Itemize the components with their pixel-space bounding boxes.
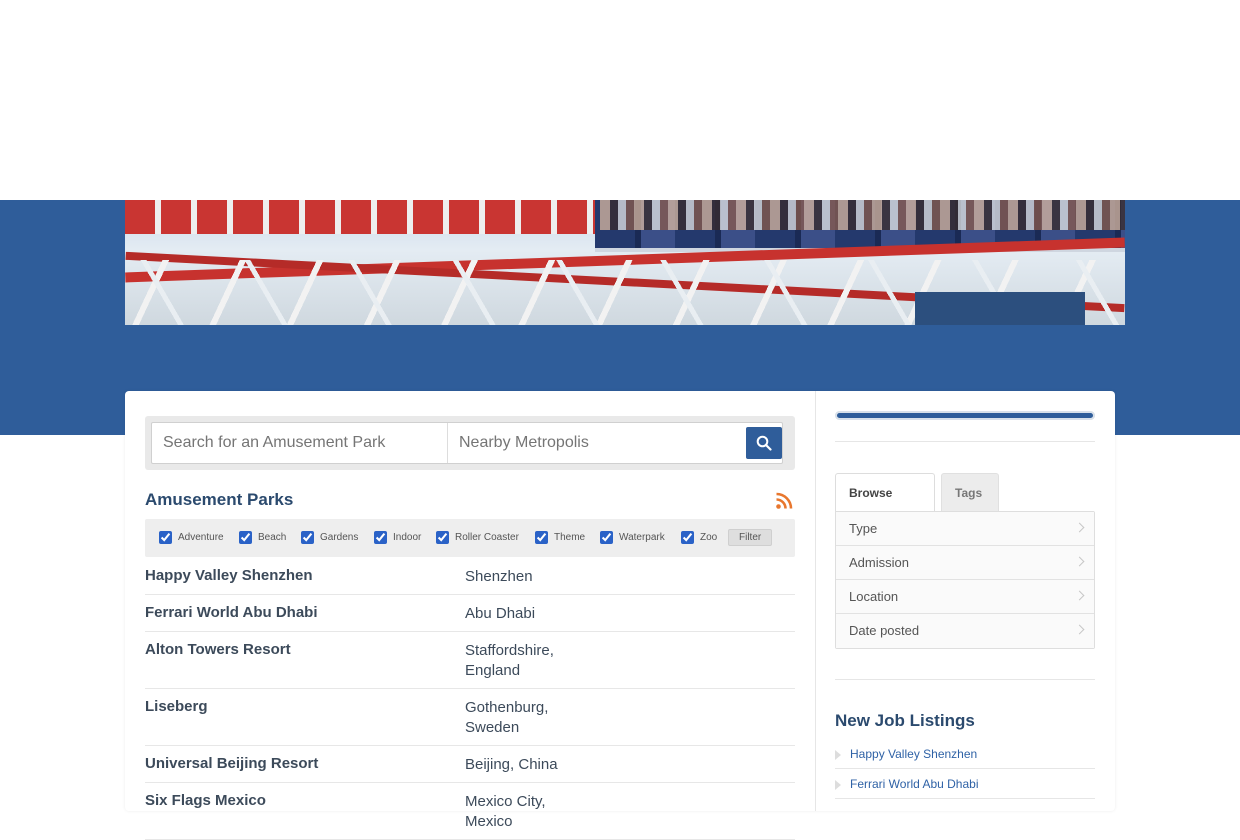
- section-title: Amusement Parks: [145, 490, 294, 509]
- park-location: Gothenburg, Sweden: [465, 699, 549, 736]
- job-link[interactable]: Happy Valley Shenzhen: [835, 739, 1095, 769]
- search-bar: [145, 416, 795, 470]
- filter-label: Beach: [258, 532, 287, 543]
- filter-gardens[interactable]: Gardens: [301, 531, 358, 544]
- chevron-right-icon: [1074, 624, 1085, 635]
- search-box: [151, 422, 783, 464]
- table-row[interactable]: Happy Valley Shenzhen Shenzhen: [145, 558, 795, 595]
- park-location: Staffordshire, England: [465, 642, 554, 679]
- hero-banner-image: [125, 200, 1125, 325]
- filter-waterpark[interactable]: Waterpark: [600, 531, 665, 544]
- filter-label: Zoo: [700, 532, 718, 543]
- filter-label: Gardens: [320, 532, 359, 543]
- filter-beach[interactable]: Beach: [239, 531, 286, 544]
- job-link[interactable]: Ferrari World Abu Dhabi: [835, 769, 1095, 799]
- chevron-right-icon: [1074, 556, 1085, 567]
- filter-roller-coaster[interactable]: Roller Coaster: [436, 531, 519, 544]
- tab-browse-by[interactable]: Browse by…: [835, 473, 935, 538]
- park-search-input[interactable]: [152, 423, 448, 463]
- filter-label: Theme: [554, 532, 586, 543]
- browse-item-label: Type: [849, 521, 878, 536]
- browse-list: Type Admission Location Date posted: [835, 511, 1095, 649]
- filter-label: Indoor: [393, 532, 422, 543]
- filter-adventure[interactable]: Adventure: [159, 531, 224, 544]
- table-row[interactable]: Liseberg Gothenburg, Sweden: [145, 689, 795, 746]
- browse-item-label: Admission: [849, 555, 909, 570]
- adventure-checkbox[interactable]: [159, 531, 172, 544]
- progress-fill: [835, 411, 1095, 420]
- park-location: Beijing, China: [465, 756, 558, 773]
- jobs-title: New Job Listings: [835, 711, 975, 730]
- chevron-right-icon: [1074, 590, 1085, 601]
- waterpark-checkbox[interactable]: [600, 531, 613, 544]
- table-row[interactable]: Ferrari World Abu Dhabi Abu Dhabi: [145, 595, 795, 632]
- browse-item-type[interactable]: Type: [836, 512, 1094, 546]
- chevron-right-icon: [1074, 522, 1085, 533]
- tab-tags[interactable]: Tags: [941, 473, 999, 512]
- sidebar-tabs: Browse by… Tags: [835, 473, 1095, 538]
- roller-coaster-checkbox[interactable]: [436, 531, 449, 544]
- park-name[interactable]: Liseberg: [145, 698, 465, 738]
- filter-button[interactable]: Filter: [728, 529, 773, 546]
- filter-label: Waterpark: [619, 532, 665, 543]
- table-row[interactable]: Universal Beijing Resort Beijing, China: [145, 746, 795, 783]
- theme-checkbox[interactable]: [535, 531, 548, 544]
- browse-item-admission[interactable]: Admission: [836, 546, 1094, 580]
- browse-item-label: Location: [849, 589, 899, 604]
- park-name[interactable]: Happy Valley Shenzhen: [145, 567, 465, 587]
- rss-icon[interactable]: [775, 492, 793, 510]
- park-name[interactable]: Six Flags Mexico: [145, 792, 465, 832]
- beach-checkbox[interactable]: [239, 531, 252, 544]
- filter-zoo[interactable]: Zoo: [681, 531, 717, 544]
- filter-indoor[interactable]: Indoor: [374, 531, 421, 544]
- column-divider: [815, 391, 816, 811]
- park-location: Shenzhen: [465, 568, 533, 585]
- park-name[interactable]: Universal Beijing Resort: [145, 755, 465, 775]
- search-icon: [756, 435, 772, 451]
- filter-label: Roller Coaster: [455, 532, 519, 543]
- park-location: Mexico City, Mexico: [465, 793, 546, 830]
- browse-item-date-posted[interactable]: Date posted: [836, 614, 1094, 648]
- park-name[interactable]: Ferrari World Abu Dhabi: [145, 604, 465, 624]
- park-name[interactable]: Alton Towers Resort: [145, 641, 465, 681]
- job-list: Happy Valley Shenzhen Ferrari World Abu …: [835, 739, 1095, 799]
- main-card: Amusement Parks Adventure Beach Gardens …: [125, 391, 1115, 840]
- park-list: Happy Valley Shenzhen Shenzhen Ferrari W…: [145, 558, 795, 840]
- browse-item-location[interactable]: Location: [836, 580, 1094, 614]
- park-location: Abu Dhabi: [465, 605, 536, 622]
- zoo-checkbox[interactable]: [681, 531, 694, 544]
- progress-bar: [835, 411, 1095, 420]
- browse-item-label: Date posted: [849, 623, 920, 638]
- table-row[interactable]: Alton Towers Resort Staffordshire, Engla…: [145, 632, 795, 689]
- sidebar-divider: [835, 679, 1095, 680]
- sidebar-divider: [835, 441, 1095, 442]
- search-button[interactable]: [746, 427, 782, 459]
- filter-theme[interactable]: Theme: [535, 531, 585, 544]
- metropolis-input[interactable]: [448, 423, 738, 463]
- gardens-checkbox[interactable]: [301, 531, 314, 544]
- table-row[interactable]: Six Flags Mexico Mexico City, Mexico: [145, 783, 795, 840]
- category-filters: Adventure Beach Gardens Indoor Roller Co…: [145, 519, 795, 557]
- indoor-checkbox[interactable]: [374, 531, 387, 544]
- filter-label: Adventure: [178, 532, 224, 543]
